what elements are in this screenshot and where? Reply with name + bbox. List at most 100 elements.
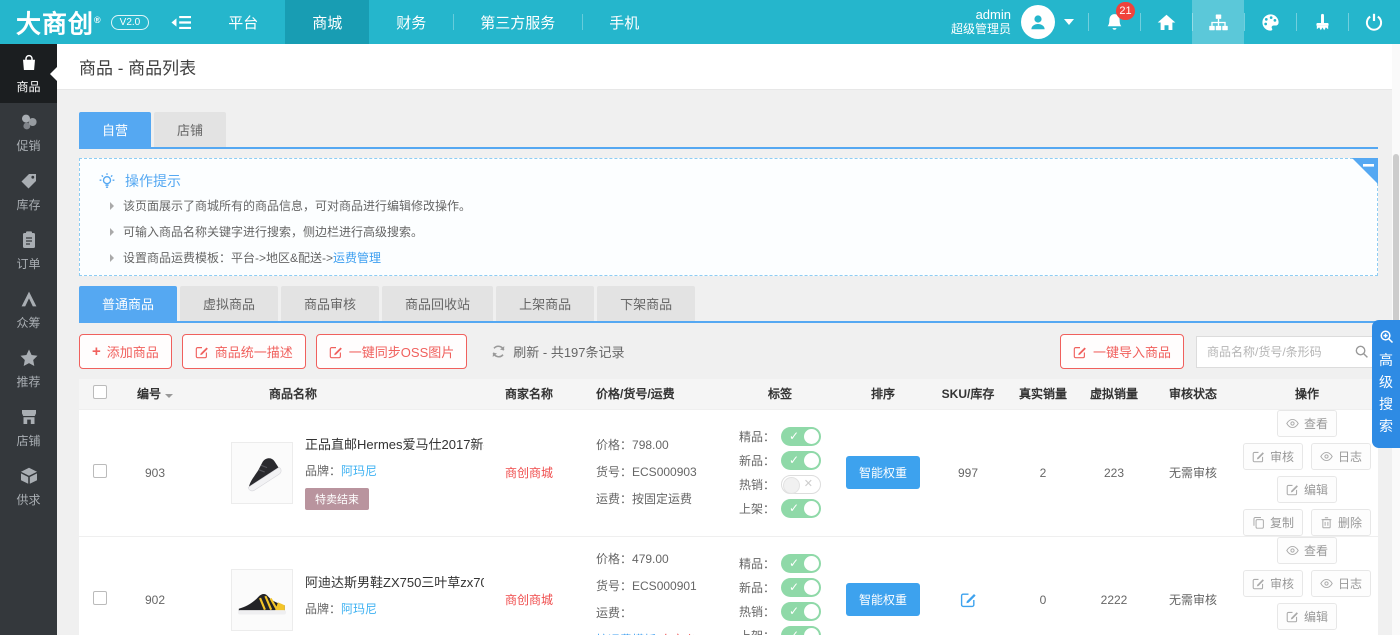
main-menu: 平台 商城 财务 第三方服务 手机: [201, 0, 666, 44]
chevron-down-icon[interactable]: [1064, 13, 1074, 31]
tab-self-operated[interactable]: 自营: [79, 112, 151, 147]
logout-button[interactable]: [1348, 0, 1400, 44]
toggle-new[interactable]: [781, 578, 821, 597]
toggle-hot[interactable]: [781, 475, 821, 494]
home-button[interactable]: [1140, 0, 1192, 44]
avatar[interactable]: [1021, 5, 1055, 39]
select-all-checkbox[interactable]: [93, 385, 107, 399]
merchant-name[interactable]: 商创商城: [484, 409, 574, 536]
home-icon: [1156, 12, 1177, 33]
menu-item-mall[interactable]: 商城: [285, 0, 369, 44]
theme-button[interactable]: [1244, 0, 1296, 44]
unified-description-button[interactable]: 商品统一描述: [182, 334, 306, 369]
import-goods-button[interactable]: 一键导入商品: [1060, 334, 1184, 369]
tab-off-sale[interactable]: 下架商品: [597, 286, 695, 321]
sidebar-item-crowdfunding[interactable]: 众筹: [0, 280, 57, 339]
view-button[interactable]: 查看: [1277, 410, 1337, 437]
edit-button[interactable]: 编辑: [1277, 603, 1337, 630]
notifications-button[interactable]: 21: [1088, 0, 1140, 44]
sidebar-item-supply[interactable]: 供求: [0, 457, 57, 516]
merchant-name[interactable]: 商创商城: [484, 536, 574, 635]
product-name[interactable]: 阿迪达斯男鞋ZX750三叶草zx700跑步鞋...: [305, 574, 484, 592]
product-name[interactable]: 正品直邮Hermes爱马仕2017新款男鞋 时...: [305, 436, 484, 454]
notification-badge: 21: [1116, 2, 1135, 20]
bullet-icon: [110, 228, 114, 236]
bag-icon: [19, 53, 39, 73]
pencil-icon: [1286, 483, 1299, 496]
product-image[interactable]: [231, 569, 293, 631]
sidebar-item-recommend[interactable]: 推荐: [0, 339, 57, 398]
delete-button[interactable]: 删除: [1311, 509, 1371, 536]
toggle-on-sale[interactable]: [781, 499, 821, 518]
sidebar: 商品 促销 库存 订单 众筹 推荐 店铺 供求: [0, 44, 57, 635]
page-header: 商品 - 商品列表: [57, 44, 1400, 90]
toggle-hot[interactable]: [781, 602, 821, 621]
table-header-row: 编号 商品名称 商家名称 价格/货号/运费 标签 排序 SKU/库存 真实销量 …: [79, 379, 1378, 409]
smart-weight-button[interactable]: 智能权重: [846, 456, 920, 489]
sidebar-item-goods[interactable]: 商品: [0, 44, 57, 103]
pencil-icon: [1252, 577, 1265, 590]
tab-shop[interactable]: 店铺: [154, 112, 226, 147]
stock-value: 997: [928, 409, 1008, 536]
sidebar-item-promotion[interactable]: 促销: [0, 103, 57, 162]
sitemap-button[interactable]: [1192, 0, 1244, 44]
menu-item-mobile[interactable]: 手机: [582, 0, 666, 44]
menu-item-finance[interactable]: 财务: [369, 0, 453, 44]
user-role: 超级管理员: [951, 22, 1011, 37]
sync-oss-button[interactable]: 一键同步OSS图片: [316, 334, 467, 369]
menu-item-thirdparty[interactable]: 第三方服务: [453, 0, 582, 44]
tips-title: 操作提示: [98, 171, 1359, 191]
view-button[interactable]: 查看: [1277, 537, 1337, 564]
search-input[interactable]: [1197, 345, 1345, 359]
toggle-new[interactable]: [781, 451, 821, 470]
tips-collapse-corner[interactable]: [1352, 158, 1378, 184]
top-navbar: 大商创® V2.0 平台 商城 财务 第三方服务 手机 admin 超级管理员 …: [0, 0, 1400, 44]
edit-button[interactable]: 编辑: [1277, 476, 1337, 503]
toggle-on-sale[interactable]: [781, 626, 821, 635]
header-sort: 排序: [838, 379, 928, 409]
user-info[interactable]: admin 超级管理员: [951, 7, 1011, 37]
tab-goods-audit[interactable]: 商品审核: [281, 286, 379, 321]
sidebar-item-orders[interactable]: 订单: [0, 221, 57, 280]
sidebar-toggle-icon[interactable]: [161, 0, 201, 44]
toggle-best[interactable]: [781, 427, 821, 446]
sidebar-item-shops[interactable]: 店铺: [0, 398, 57, 457]
smart-weight-button[interactable]: 智能权重: [846, 583, 920, 616]
shipping-manage-link[interactable]: 运费管理: [333, 251, 381, 265]
username: admin: [951, 7, 1011, 22]
tab-goods-recycle[interactable]: 商品回收站: [382, 286, 493, 321]
audit-button[interactable]: 审核: [1243, 443, 1303, 470]
product-image[interactable]: [231, 442, 293, 504]
tab-on-sale[interactable]: 上架商品: [496, 286, 594, 321]
edit-stock-icon[interactable]: [960, 592, 977, 606]
log-button[interactable]: 日志: [1311, 570, 1371, 597]
tab-virtual-goods[interactable]: 虚拟商品: [180, 286, 278, 321]
sidebar-item-stock[interactable]: 库存: [0, 162, 57, 221]
toggle-best[interactable]: [781, 554, 821, 573]
clear-cache-button[interactable]: [1296, 0, 1348, 44]
brand-link[interactable]: 阿玛尼: [341, 602, 377, 616]
tab-normal-goods[interactable]: 普通商品: [79, 286, 177, 321]
add-goods-button[interactable]: +添加商品: [79, 334, 172, 369]
header-id[interactable]: 编号: [121, 379, 189, 409]
bulb-icon: [98, 172, 116, 190]
tag-switches: 精品： 新品： 热销： 上架：: [739, 427, 821, 518]
brand-link[interactable]: 阿玛尼: [341, 464, 377, 478]
row-checkbox[interactable]: [93, 464, 107, 478]
header-sku: SKU/库存: [928, 379, 1008, 409]
crowdfund-icon: [19, 289, 39, 309]
audit-button[interactable]: 审核: [1243, 570, 1303, 597]
menu-item-platform[interactable]: 平台: [201, 0, 285, 44]
scrollbar-thumb[interactable]: [1393, 154, 1399, 324]
advanced-search-button[interactable]: 高级搜索: [1372, 320, 1400, 448]
goods-sn: ECS000903: [632, 465, 697, 479]
logo-area[interactable]: 大商创® V2.0: [0, 0, 161, 44]
copy-button[interactable]: 复制: [1243, 509, 1303, 536]
eye-icon: [1320, 577, 1333, 590]
copy-icon: [1252, 516, 1265, 529]
eye-icon: [1286, 417, 1299, 430]
refresh-control[interactable]: 刷新 - 共197条记录: [491, 342, 624, 361]
row-checkbox[interactable]: [93, 591, 107, 605]
log-button[interactable]: 日志: [1311, 443, 1371, 470]
tag-switches: 精品： 新品： 热销： 上架：: [739, 554, 821, 635]
